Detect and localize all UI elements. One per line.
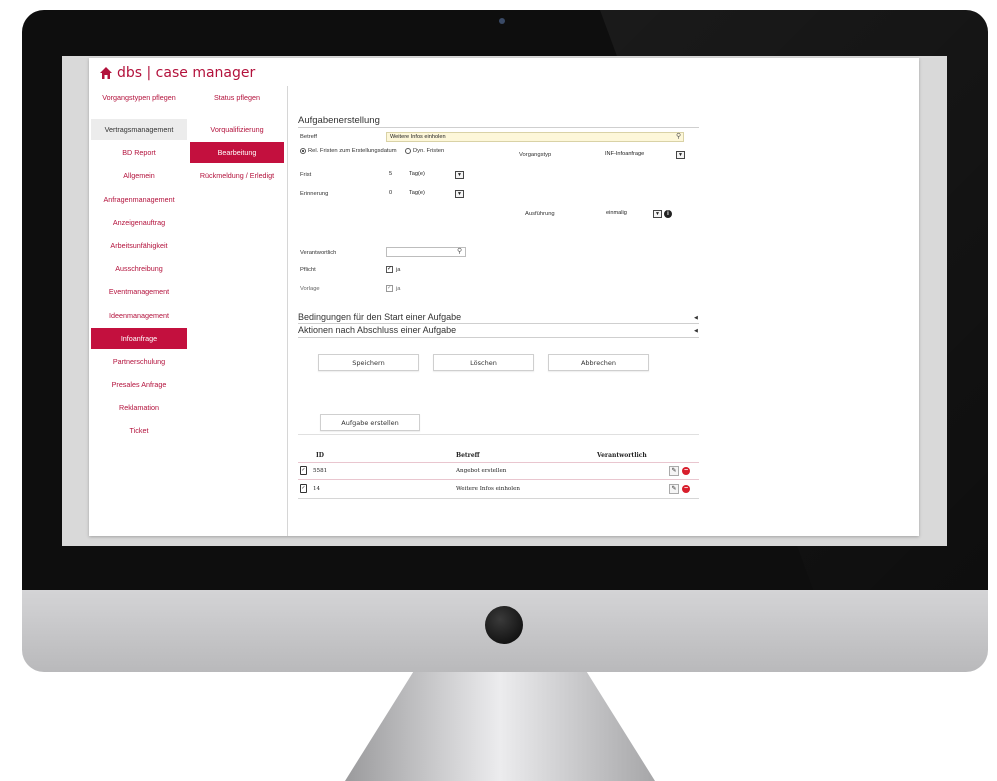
nav-item-presales-anfrage[interactable]: Presales Anfrage: [91, 374, 187, 395]
clipboard-icon: ✓: [300, 466, 307, 475]
nav-item-anfragenmanagement[interactable]: Anfragenmanagement: [91, 189, 187, 210]
nav-item-eventmanagement[interactable]: Eventmanagement: [91, 281, 187, 302]
nav-item-bearbeitung[interactable]: Bearbeitung: [190, 142, 284, 164]
nav-item-ausschreibung[interactable]: Ausschreibung: [91, 258, 187, 279]
accordion-divider: [298, 337, 699, 338]
nav-item-infoanfrage[interactable]: Infoanfrage: [91, 327, 187, 349]
create-task-button[interactable]: Aufgabe erstellen: [320, 414, 420, 431]
search-icon[interactable]: ⚲: [457, 247, 462, 255]
nav-item-vertragsmanagement[interactable]: Vertragsmanagement: [91, 119, 187, 140]
vorgangstypen-nav: Vorgangstypen pflegen Vertragsmanagement…: [91, 87, 187, 444]
save-button[interactable]: Speichern: [318, 354, 419, 371]
delete-icon[interactable]: −: [682, 485, 690, 493]
betreff-input[interactable]: Weitere Infos einholen: [386, 132, 684, 142]
edit-icon[interactable]: ✎: [669, 466, 679, 476]
nav-item-vorqualifizierung[interactable]: Vorqualifizierung: [190, 119, 284, 140]
title-divider: [298, 127, 699, 128]
table-header-betreff: Betreff: [456, 452, 480, 459]
table-header-id: ID: [316, 452, 325, 459]
apple-logo-icon: [485, 606, 523, 644]
nav-item-rueckmeldung[interactable]: Rückmeldung / Erledigt: [190, 165, 284, 186]
vorgangstyp-select[interactable]: INF-Infoanfrage: [602, 150, 671, 160]
table-bottom-divider: [298, 498, 699, 499]
app-title: dbs | case manager: [117, 65, 256, 81]
table-top-divider: [298, 434, 699, 435]
nav-item-ticket[interactable]: Ticket: [91, 420, 187, 441]
table-cell-betreff: Angebot erstellen: [456, 468, 507, 474]
verantwortlich-input[interactable]: [386, 247, 466, 257]
cancel-button[interactable]: Abbrechen: [548, 354, 649, 371]
frist-unit-select[interactable]: Tag(e): [406, 170, 450, 180]
nav-item-ideenmanagement[interactable]: Ideenmanagement: [91, 305, 187, 326]
table-header-verantwortlich: Verantwortlich: [597, 452, 647, 459]
ausfuehrung-select[interactable]: einmalig: [603, 209, 648, 219]
erinnerung-dropdown-icon[interactable]: ▼: [455, 190, 464, 198]
table-row-divider: [298, 479, 699, 480]
frist-label: Frist: [300, 172, 312, 178]
nav-item-arbeitsunfaehigkeit[interactable]: Arbeitsunfähigkeit: [91, 235, 187, 256]
betreff-label: Betreff: [300, 134, 317, 140]
nav-divider: [287, 86, 288, 536]
edit-icon[interactable]: ✎: [669, 484, 679, 494]
nav-item-reklamation[interactable]: Reklamation: [91, 397, 187, 418]
home-icon[interactable]: [99, 66, 113, 80]
frist-input[interactable]: 5: [386, 170, 402, 180]
triangle-left-icon[interactable]: ◀: [694, 315, 698, 321]
ausfuehrung-label: Ausführung: [525, 211, 555, 217]
vorlage-checkbox-label: ja: [396, 286, 401, 292]
screen: dbs | case manager Vorgangstypen pflegen…: [62, 56, 947, 546]
nav-item-partnerschulung[interactable]: Partnerschulung: [91, 351, 187, 372]
monitor-stand: [345, 672, 655, 781]
accordion-start-conditions[interactable]: Bedingungen für den Start einer Aufgabe: [298, 312, 461, 322]
pflicht-checkbox[interactable]: ✓: [386, 266, 393, 273]
table-cell-betreff: Weitere Infos einholen: [456, 486, 520, 492]
radio-rel-fristen-label: Rel. Fristen zum Erstellungsdatum: [308, 148, 397, 154]
accordion-divider: [298, 323, 699, 324]
radio-dyn-fristen[interactable]: [405, 148, 411, 154]
vorgangstyp-label: Vorgangstyp: [519, 152, 552, 158]
erinnerung-input[interactable]: 0: [386, 189, 402, 199]
delete-button[interactable]: Löschen: [433, 354, 534, 371]
app-window: dbs | case manager Vorgangstypen pflegen…: [89, 58, 919, 536]
nav-item-anzeigenauftrag[interactable]: Anzeigenauftrag: [91, 212, 187, 233]
erinnerung-unit-select[interactable]: Tag(e): [406, 189, 450, 199]
table-cell-id: 14: [313, 486, 321, 492]
accordion-end-actions[interactable]: Aktionen nach Abschluss einer Aufgabe: [298, 325, 456, 335]
pflicht-label: Pflicht: [300, 267, 316, 273]
nav-header-vorgangstypen[interactable]: Vorgangstypen pflegen: [91, 87, 187, 107]
radio-dyn-fristen-label: Dyn. Fristen: [413, 148, 445, 154]
nav-item-bd-report[interactable]: BD Report: [91, 142, 187, 163]
table-row-divider: [298, 462, 699, 463]
vorgangstyp-dropdown-icon[interactable]: ▼: [676, 151, 685, 159]
camera-icon: [499, 18, 505, 24]
vorlage-checkbox: ✓: [386, 285, 393, 292]
vorlage-label: Vorlage: [300, 286, 320, 292]
frist-dropdown-icon[interactable]: ▼: [455, 171, 464, 179]
search-icon[interactable]: ⚲: [676, 132, 681, 140]
nav-item-allgemein[interactable]: Allgemein: [91, 165, 187, 186]
task-form: Aufgabenerstellung Betreff Weitere Infos…: [298, 58, 918, 536]
app-header: dbs | case manager: [99, 63, 255, 83]
ausfuehrung-dropdown-icon[interactable]: ▼: [653, 210, 662, 218]
table-cell-id: 5581: [313, 468, 328, 474]
status-nav: Status pflegen Vorqualifizierung Bearbei…: [190, 87, 284, 189]
clipboard-icon: ✓: [300, 484, 307, 493]
radio-rel-fristen[interactable]: [300, 148, 306, 154]
verantwortlich-label: Verantwortlich: [300, 250, 337, 256]
erinnerung-label: Erinnerung: [300, 191, 329, 197]
nav-header-status[interactable]: Status pflegen: [190, 87, 284, 107]
triangle-left-icon[interactable]: ◀: [694, 328, 698, 334]
pflicht-checkbox-label: ja: [396, 267, 401, 273]
delete-icon[interactable]: −: [682, 467, 690, 475]
info-icon[interactable]: i: [664, 210, 672, 218]
form-title: Aufgabenerstellung: [298, 115, 380, 126]
